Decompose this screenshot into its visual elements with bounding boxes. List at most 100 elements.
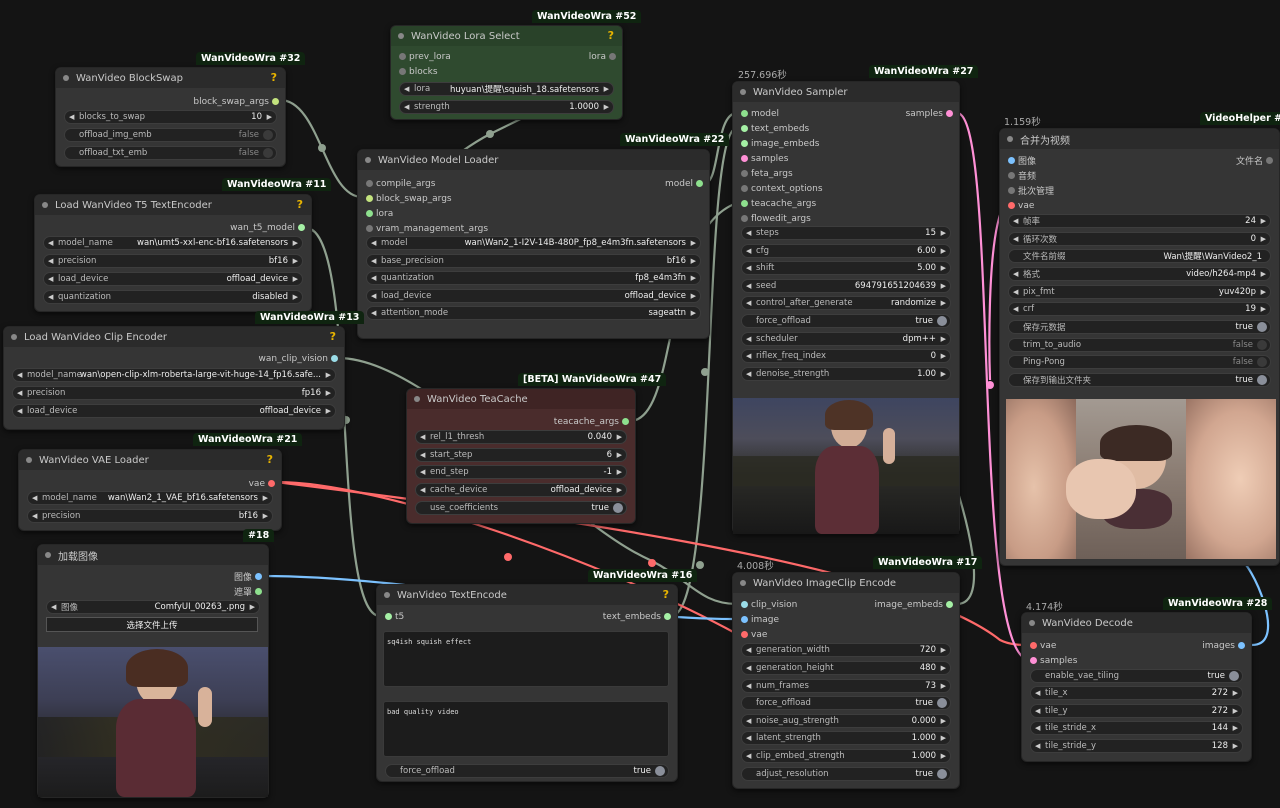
widget-precision[interactable]: ◀ precision bf16 ▶	[43, 254, 303, 268]
widget-precision[interactable]: ◀ precision fp16 ▶	[12, 386, 336, 400]
output-socket[interactable]	[1266, 157, 1273, 164]
node-sampler[interactable]: WanVideo Sampler model samples text_embed…	[732, 81, 960, 534]
arrow-left-icon[interactable]: ◀	[746, 247, 751, 255]
input-socket[interactable]	[741, 155, 748, 162]
widget-enable-vae-tiling[interactable]: enable_vae_tiling true	[1030, 669, 1243, 683]
arrow-left-icon[interactable]: ◀	[69, 113, 74, 121]
widget-attention-mode[interactable]: ◀ attention_mode sageattn ▶	[366, 306, 701, 320]
arrow-right-icon[interactable]: ▶	[941, 682, 946, 690]
arrow-left-icon[interactable]: ◀	[746, 282, 751, 290]
arrow-left-icon[interactable]: ◀	[746, 734, 751, 742]
widget-cache-device[interactable]: ◀ cache_device offload_device ▶	[415, 483, 627, 497]
node-header[interactable]: WanVideo VAE Loader?	[19, 450, 281, 470]
widget-seed[interactable]: ◀ seed 694791651204639 ▶	[741, 279, 951, 293]
widget-use-coefficients[interactable]: use_coefficients true	[415, 501, 627, 515]
arrow-left-icon[interactable]: ◀	[746, 335, 751, 343]
widget-quantization[interactable]: ◀ quantization fp8_e4m3fn ▶	[366, 271, 701, 285]
arrow-right-icon[interactable]: ▶	[293, 275, 298, 283]
arrow-left-icon[interactable]: ◀	[404, 103, 409, 111]
arrow-right-icon[interactable]: ▶	[326, 371, 331, 379]
output-socket[interactable]	[664, 613, 671, 620]
upload-button[interactable]: 选择文件上传	[46, 617, 258, 632]
widget-shift[interactable]: ◀ shift 5.00 ▶	[741, 261, 951, 275]
node-imageclip-encode[interactable]: WanVideo ImageClip Encode clip_vision ima…	[732, 572, 960, 789]
input-socket[interactable]	[366, 210, 373, 217]
input-socket[interactable]	[741, 215, 748, 222]
arrow-left-icon[interactable]: ◀	[32, 512, 37, 520]
node-header[interactable]: Load WanVideo Clip Encoder?	[4, 327, 344, 347]
input-socket[interactable]	[399, 68, 406, 75]
widget-tile-stride-x[interactable]: ◀ tile_stride_x 144 ▶	[1030, 721, 1243, 735]
widget-frame-rate[interactable]: ◀ 帧率 24 ▶	[1008, 214, 1271, 228]
widget-force-offload[interactable]: force_offload true	[741, 696, 951, 710]
widget-save-metadata[interactable]: 保存元数据 true	[1008, 320, 1271, 334]
arrow-right-icon[interactable]: ▶	[604, 85, 609, 93]
collapse-dot[interactable]	[1029, 620, 1035, 626]
arrow-left-icon[interactable]: ◀	[404, 85, 409, 93]
input-socket[interactable]	[1030, 642, 1037, 649]
arrow-left-icon[interactable]: ◀	[17, 371, 22, 379]
arrow-right-icon[interactable]: ▶	[617, 468, 622, 476]
collapse-dot[interactable]	[42, 202, 48, 208]
collapse-dot[interactable]	[740, 89, 746, 95]
input-socket[interactable]	[1008, 202, 1015, 209]
arrow-right-icon[interactable]: ▶	[293, 239, 298, 247]
widget-model[interactable]: ◀ model wan\Wan2_1-I2V-14B-480P_fp8_e4m3fn…	[366, 236, 701, 250]
positive-prompt-input[interactable]: sq4ish squish effect	[383, 631, 669, 687]
arrow-right-icon[interactable]: ▶	[326, 407, 331, 415]
output-socket[interactable]	[696, 180, 703, 187]
arrow-right-icon[interactable]: ▶	[1233, 742, 1238, 750]
node-t5-encoder[interactable]: Load WanVideo T5 TextEncoder? wan_t5_mod…	[34, 194, 312, 312]
arrow-left-icon[interactable]: ◀	[746, 352, 751, 360]
arrow-right-icon[interactable]: ▶	[1233, 724, 1238, 732]
node-header[interactable]: WanVideo Sampler	[733, 82, 959, 102]
arrow-left-icon[interactable]: ◀	[371, 257, 376, 265]
node-header[interactable]: WanVideo ImageClip Encode	[733, 573, 959, 593]
arrow-left-icon[interactable]: ◀	[51, 603, 56, 611]
output-socket[interactable]	[331, 355, 338, 362]
widget-clip-embed-strength[interactable]: ◀ clip_embed_strength 1.000 ▶	[741, 749, 951, 763]
video-preview[interactable]	[1006, 399, 1276, 559]
arrow-left-icon[interactable]: ◀	[746, 682, 751, 690]
input-socket[interactable]	[366, 225, 373, 232]
collapse-dot[interactable]	[11, 334, 17, 340]
widget-force-offload[interactable]: force_offload true	[741, 314, 951, 328]
widget-load-device[interactable]: ◀ load_device offload_device ▶	[366, 289, 701, 303]
widget-base-precision[interactable]: ◀ base_precision bf16 ▶	[366, 254, 701, 268]
widget-image-select[interactable]: ◀ 图像 ComfyUI_00263_.png ▶	[46, 600, 260, 614]
arrow-left-icon[interactable]: ◀	[746, 646, 751, 654]
help-icon[interactable]: ?	[608, 29, 614, 42]
node-header[interactable]: WanVideo BlockSwap?	[56, 68, 285, 88]
arrow-right-icon[interactable]: ▶	[941, 734, 946, 742]
help-icon[interactable]: ?	[271, 71, 277, 84]
arrow-left-icon[interactable]: ◀	[1035, 724, 1040, 732]
collapse-dot[interactable]	[740, 580, 746, 586]
arrow-left-icon[interactable]: ◀	[48, 257, 53, 265]
input-socket[interactable]	[366, 180, 373, 187]
widget-save-output[interactable]: 保存到输出文件夹 true	[1008, 373, 1271, 387]
arrow-right-icon[interactable]: ▶	[691, 292, 696, 300]
arrow-right-icon[interactable]: ▶	[941, 229, 946, 237]
widget-noise-aug-strength[interactable]: ◀ noise_aug_strength 0.000 ▶	[741, 714, 951, 728]
toggle-icon[interactable]	[1257, 375, 1267, 385]
output-socket[interactable]	[609, 53, 616, 60]
widget-crf[interactable]: ◀ crf 19 ▶	[1008, 302, 1271, 316]
arrow-right-icon[interactable]: ▶	[1261, 217, 1266, 225]
widget-tile-y[interactable]: ◀ tile_y 272 ▶	[1030, 704, 1243, 718]
arrow-left-icon[interactable]: ◀	[746, 264, 751, 272]
widget-model-name[interactable]: ◀ model_name wan\open-clip-xlm-roberta-lar…	[12, 368, 336, 382]
node-combine-video[interactable]: 合并为视频 图像 文件名 音频 批次管理 vae ◀ 帧率 24 ▶ ◀ 循环次数 0 ▶ 文…	[999, 128, 1280, 566]
arrow-right-icon[interactable]: ▶	[1261, 235, 1266, 243]
toggle-icon[interactable]	[1257, 340, 1267, 350]
toggle-icon[interactable]	[263, 130, 273, 140]
input-socket[interactable]	[741, 140, 748, 147]
arrow-left-icon[interactable]: ◀	[371, 309, 376, 317]
toggle-icon[interactable]	[655, 766, 665, 776]
arrow-right-icon[interactable]: ▶	[941, 370, 946, 378]
arrow-left-icon[interactable]: ◀	[32, 494, 37, 502]
widget-format[interactable]: ◀ 格式 video/h264-mp4 ▶	[1008, 267, 1271, 281]
widget-generation-height[interactable]: ◀ generation_height 480 ▶	[741, 661, 951, 675]
output-socket[interactable]	[946, 110, 953, 117]
arrow-right-icon[interactable]: ▶	[691, 309, 696, 317]
negative-prompt-input[interactable]: bad quality video	[383, 701, 669, 757]
